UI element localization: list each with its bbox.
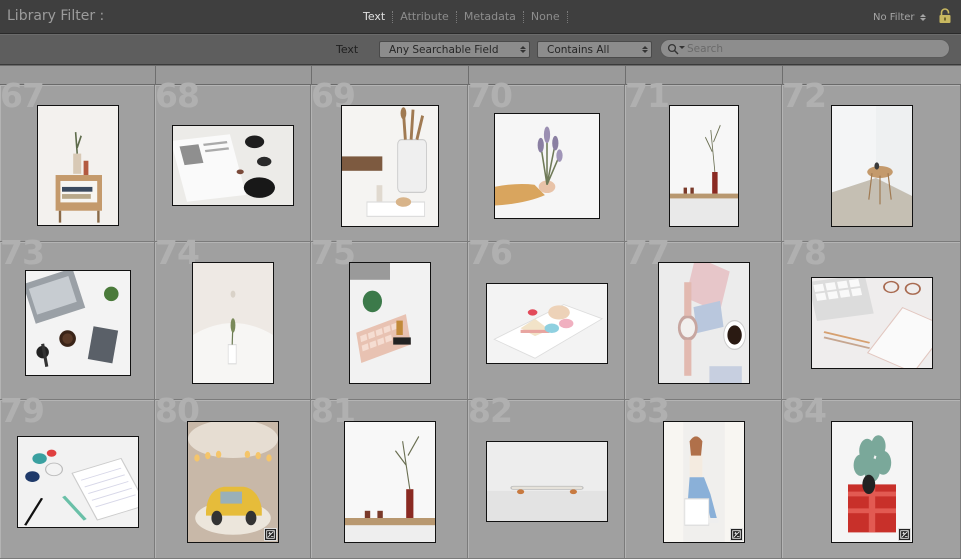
grid-cell[interactable]: 83 — [625, 394, 782, 559]
develop-adjustments-badge-icon[interactable] — [730, 528, 743, 541]
photo-thumbnail[interactable] — [25, 270, 131, 376]
cell-index-number: 70 — [468, 76, 513, 115]
library-filter-bar: Library Filter : Text Attribute Metadata… — [0, 0, 961, 34]
cell-index-number: 82 — [468, 391, 513, 430]
grid-cell[interactable]: 78 — [782, 236, 961, 400]
grid-cell[interactable]: 77 — [625, 236, 782, 400]
photo-thumbnail[interactable] — [172, 125, 294, 206]
grid-cell[interactable]: 69 — [311, 79, 468, 242]
photo-thumbnail[interactable] — [658, 262, 750, 384]
cell-index-number: 71 — [625, 76, 670, 115]
updown-arrow-icon — [519, 44, 527, 55]
cell-index-number: 76 — [468, 233, 513, 272]
grid-cell[interactable]: 75 — [311, 236, 468, 400]
develop-adjustments-badge-icon[interactable] — [898, 528, 911, 541]
photo-thumbnail[interactable] — [37, 105, 119, 226]
search-box[interactable] — [660, 39, 950, 58]
grid-cell[interactable]: 74 — [155, 236, 311, 400]
updown-arrow-icon — [919, 14, 926, 21]
photo-thumbnail[interactable] — [341, 105, 439, 227]
library-filter-title: Library Filter : — [7, 8, 105, 24]
photo-thumbnail[interactable] — [486, 283, 608, 364]
match-rule-value: Contains All — [547, 44, 610, 56]
grid-cell[interactable]: 70 — [468, 79, 625, 242]
cell-index-number: 73 — [0, 233, 45, 272]
grid-cell[interactable]: 76 — [468, 236, 625, 400]
searchable-field-value: Any Searchable Field — [389, 44, 499, 56]
photo-thumbnail[interactable] — [831, 421, 913, 543]
photo-thumbnail[interactable] — [831, 105, 913, 227]
grid-cell[interactable]: 80 — [155, 394, 311, 559]
grid-cell[interactable]: 82 — [468, 394, 625, 559]
grid-cell[interactable]: 67 — [0, 79, 155, 242]
photo-thumbnail[interactable] — [344, 421, 436, 543]
search-icon[interactable] — [667, 43, 679, 55]
searchable-field-select[interactable]: Any Searchable Field — [379, 41, 530, 58]
match-rule-select[interactable]: Contains All — [537, 41, 652, 58]
cell-index-number: 84 — [782, 391, 827, 430]
grid-cell[interactable]: 71 — [625, 79, 782, 242]
search-input[interactable] — [687, 41, 942, 56]
chevron-down-icon[interactable] — [679, 46, 685, 49]
cell-index-number: 72 — [782, 76, 827, 115]
filter-preset-label: No Filter — [873, 12, 915, 23]
tab-none[interactable]: None — [524, 10, 567, 23]
photo-thumbnail[interactable] — [663, 421, 745, 543]
tab-attribute[interactable]: Attribute — [393, 10, 456, 23]
develop-adjustments-badge-icon[interactable] — [264, 528, 277, 541]
photo-thumbnail[interactable] — [17, 436, 139, 528]
tab-metadata[interactable]: Metadata — [457, 10, 523, 23]
text-filter-label: Text — [336, 43, 359, 56]
grid-cell[interactable]: 84 — [782, 394, 961, 559]
photo-thumbnail[interactable] — [486, 441, 608, 522]
photo-thumbnail[interactable] — [192, 262, 274, 384]
cell-index-number: 79 — [0, 391, 45, 430]
photo-thumbnail[interactable] — [187, 421, 279, 543]
grid-cell[interactable]: 73 — [0, 236, 155, 400]
thumbnail-grid: 67 68 69 70 71 72 73 74 75 76 77 78 79 80 81 82 83 84 — [0, 66, 961, 559]
photo-thumbnail[interactable] — [349, 262, 431, 384]
filter-mode-tabs: Text Attribute Metadata None — [356, 10, 568, 23]
photo-thumbnail[interactable] — [494, 113, 600, 219]
cell-index-number: 68 — [155, 76, 200, 115]
grid-cell[interactable]: 81 — [311, 394, 468, 559]
photo-thumbnail[interactable] — [811, 277, 933, 369]
lock-icon[interactable] — [938, 8, 952, 24]
cell-index-number: 78 — [782, 233, 827, 272]
tab-text[interactable]: Text — [356, 10, 392, 23]
filter-preset-dropdown[interactable]: No Filter — [873, 12, 926, 23]
text-filter-bar: Text Any Searchable Field Contains All — [0, 35, 961, 65]
photo-thumbnail[interactable] — [669, 105, 739, 227]
grid-cell[interactable]: 72 — [782, 79, 961, 242]
updown-arrow-icon — [641, 44, 649, 55]
grid-cell[interactable]: 79 — [0, 394, 155, 559]
grid-cell[interactable]: 68 — [155, 79, 311, 242]
tab-separator — [566, 10, 568, 23]
